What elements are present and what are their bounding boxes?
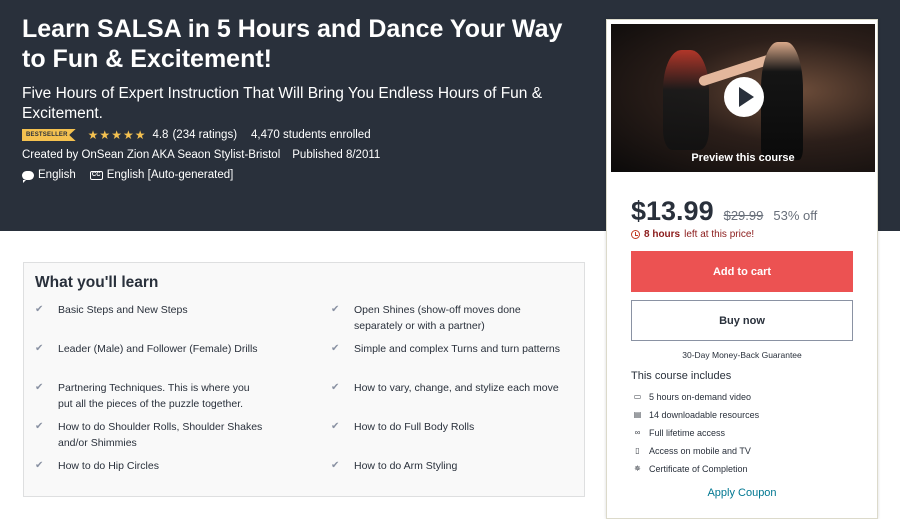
apply-coupon-link[interactable]: Apply Coupon xyxy=(607,487,877,499)
check-icon: ✔ xyxy=(331,304,340,315)
preview-image-dancer xyxy=(761,42,803,160)
learn-heading: What you'll learn xyxy=(35,274,159,291)
check-icon: ✔ xyxy=(35,421,44,432)
rating-count[interactable]: (234 ratings) xyxy=(172,129,237,141)
includes-list: ▭ 5 hours on-demand video ▤ 14 downloadabl… xyxy=(633,388,759,478)
infinity-icon: ∞ xyxy=(634,428,641,437)
language: English xyxy=(22,169,76,183)
learn-item-text: How to do Arm Styling xyxy=(354,460,458,472)
includes-item-text: Certificate of Completion xyxy=(649,464,748,474)
bestseller-badge: BESTSELLER xyxy=(22,129,76,141)
check-icon: ✔ xyxy=(331,382,340,393)
rating-value: 4.8 xyxy=(152,129,169,141)
captions-label: English [Auto-generated] xyxy=(106,169,234,181)
trophy-icon: ✵ xyxy=(634,464,641,473)
what-youll-learn-box: What you'll learn ✔ Basic Steps and New S… xyxy=(23,262,585,497)
learn-item: ✔ Leader (Male) and Follower (Female) Dri… xyxy=(35,341,265,357)
check-icon: ✔ xyxy=(35,382,44,393)
buy-now-button[interactable]: Buy now xyxy=(631,300,853,341)
learn-item: ✔ How to do Hip Circles xyxy=(35,458,265,474)
learn-item-text: How to vary, change, and stylize each mo… xyxy=(354,382,559,394)
check-icon: ✔ xyxy=(35,304,44,315)
course-subtitle: Five Hours of Expert Instruction That Wi… xyxy=(22,85,543,122)
includes-item: ✵ Certificate of Completion xyxy=(633,460,759,478)
course-stats: BESTSELLER ★★★★★ 4.8 (234 ratings) 4,470… xyxy=(22,127,371,143)
preview-label: Preview this course xyxy=(691,152,795,164)
includes-item-text: Access on mobile and TV xyxy=(649,446,751,456)
money-back-guarantee: 30-Day Money-Back Guarantee xyxy=(682,350,802,360)
check-icon: ✔ xyxy=(331,343,340,354)
instructor-link[interactable]: Created by OnSean Zion AKA Seaon Stylist… xyxy=(22,149,280,161)
learn-item: ✔ Partnering Techniques. This is where yo… xyxy=(35,380,265,412)
video-icon: ▭ xyxy=(633,392,642,401)
timer-hours: 8 hours xyxy=(644,229,681,240)
course-title: Learn SALSA in 5 Hours and Dance Your Wa… xyxy=(22,15,563,73)
timer-text: left at this price! xyxy=(684,229,755,240)
learn-item-text: Basic Steps and New Steps xyxy=(58,304,188,316)
learn-item: ✔ How to do Arm Styling xyxy=(331,458,561,474)
learn-item-text: How to do Full Body Rolls xyxy=(354,421,475,433)
add-to-cart-button[interactable]: Add to cart xyxy=(631,251,853,292)
learn-item-text: How to do Shoulder Rolls, Shoulder Shake… xyxy=(58,421,263,449)
includes-item-text: 5 hours on-demand video xyxy=(649,392,752,402)
learn-item: ✔ Simple and complex Turns and turn patte… xyxy=(331,341,561,357)
check-icon: ✔ xyxy=(35,343,44,354)
learn-item: ✔ How to vary, change, and stylize each m… xyxy=(331,380,561,396)
discount-percent: 53% off xyxy=(773,208,818,223)
captions: CC English [Auto-generated] xyxy=(89,169,234,181)
learn-item: ✔ How to do Shoulder Rolls, Shoulder Shak… xyxy=(35,419,265,451)
includes-item: ▯ Access on mobile and TV xyxy=(633,442,759,460)
language-label: English xyxy=(38,169,76,181)
check-icon: ✔ xyxy=(331,460,340,471)
price-timer: 8 hours left at this price! xyxy=(631,229,754,240)
learn-item-text: Open Shines (show-off moves done separat… xyxy=(354,304,521,332)
speech-bubble-icon xyxy=(22,170,34,183)
course-meta: Created by OnSean Zion AKA Seaon Stylist… xyxy=(22,149,380,161)
original-price: $29.99 xyxy=(723,208,764,223)
includes-item: ∞ Full lifetime access xyxy=(633,424,759,442)
learn-item-text: Partnering Techniques. This is where you… xyxy=(58,382,250,410)
play-icon[interactable] xyxy=(724,77,764,117)
star-rating-icon: ★★★★★ xyxy=(87,128,147,142)
course-languages: English CC English [Auto-generated] xyxy=(22,169,234,183)
enrolled-count: 4,470 students enrolled xyxy=(251,129,371,141)
includes-item-text: Full lifetime access xyxy=(649,428,726,438)
learn-item: ✔ How to do Full Body Rolls xyxy=(331,419,561,435)
includes-heading: This course includes xyxy=(631,370,732,382)
purchase-card: Preview this course $13.99 $29.99 53% of… xyxy=(606,19,878,519)
price-row: $13.99 $29.99 53% off xyxy=(631,196,817,227)
includes-item: ▤ 14 downloadable resources xyxy=(633,406,759,424)
preview-image-dancer xyxy=(663,50,709,150)
course-preview-video[interactable]: Preview this course xyxy=(611,24,875,172)
check-icon: ✔ xyxy=(35,460,44,471)
learn-item-text: Leader (Male) and Follower (Female) Dril… xyxy=(58,343,258,355)
closed-captions-icon: CC xyxy=(89,170,103,180)
learn-item: ✔ Open Shines (show-off moves done separa… xyxy=(331,302,561,334)
includes-item: ▭ 5 hours on-demand video xyxy=(633,388,759,406)
file-icon: ▤ xyxy=(633,410,642,419)
check-icon: ✔ xyxy=(331,421,340,432)
published-date: Published 8/2011 xyxy=(292,149,381,161)
current-price: $13.99 xyxy=(631,196,714,226)
learn-item-text: How to do Hip Circles xyxy=(58,460,159,472)
includes-item-text: 14 downloadable resources xyxy=(649,410,760,420)
mobile-icon: ▯ xyxy=(635,446,640,455)
alarm-clock-icon xyxy=(631,230,640,239)
learn-item: ✔ Basic Steps and New Steps xyxy=(35,302,265,318)
learn-item-text: Simple and complex Turns and turn patter… xyxy=(354,343,561,355)
